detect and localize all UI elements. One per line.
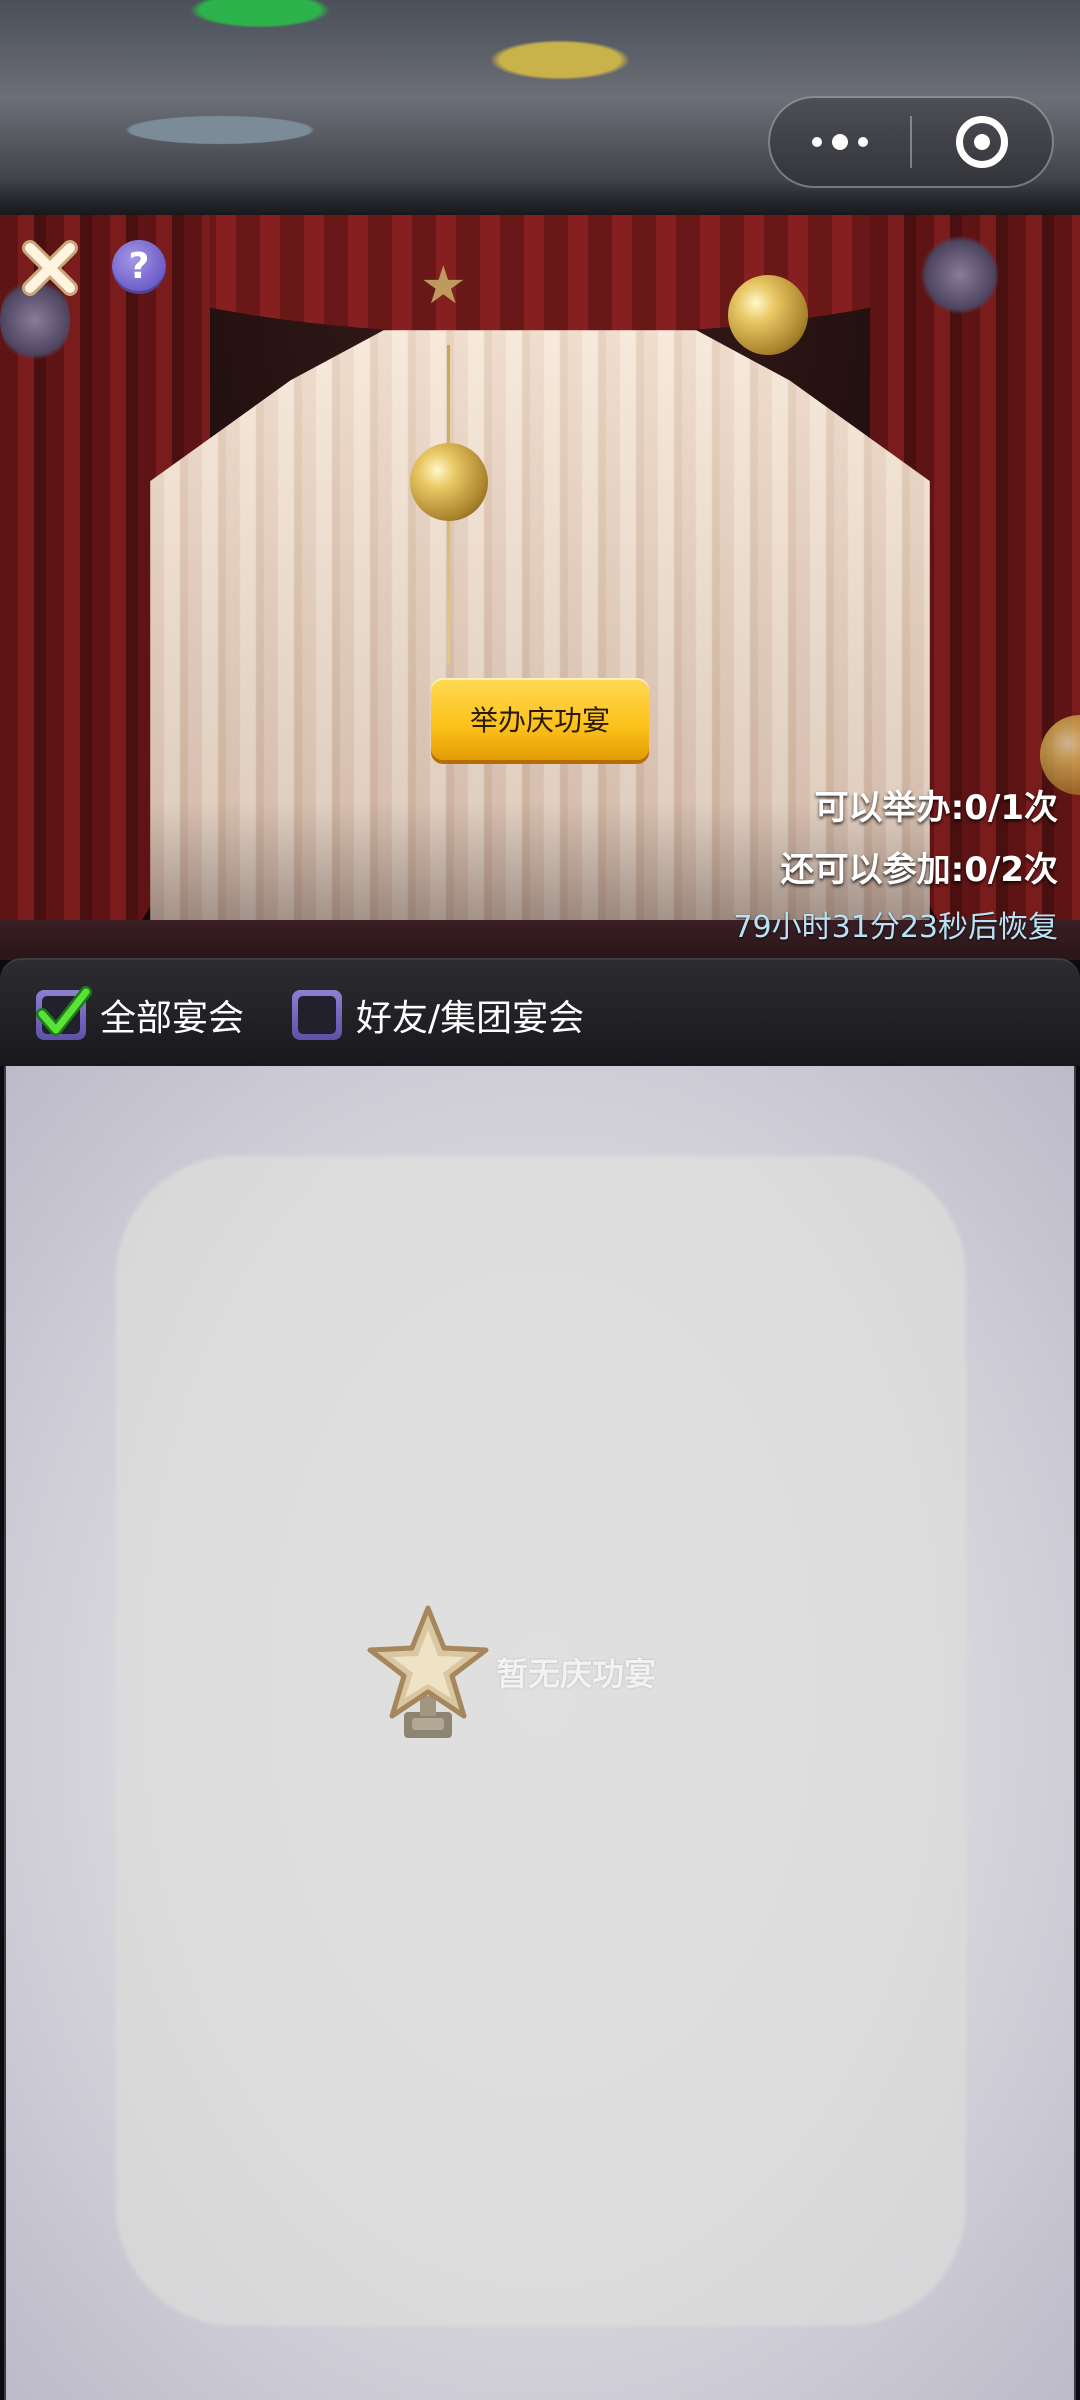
- help-icon[interactable]: ?: [112, 240, 166, 294]
- filter-all-label: 全部宴会: [100, 998, 245, 1039]
- checkbox-unchecked[interactable]: [292, 990, 342, 1040]
- filter-all-banquets[interactable]: 全部宴会: [36, 986, 244, 1044]
- game-screen: ★ ? 举办庆功宴 可以举办:0/1次 还可以参加:0/2次 79小时31分23…: [0, 0, 1080, 2400]
- gold-ornament-icon: [410, 443, 488, 521]
- filter-friends-label: 好友/集团宴会: [356, 998, 585, 1039]
- star-ornament-icon: ★: [420, 256, 467, 316]
- checkbox-checked[interactable]: [36, 986, 92, 1040]
- mini-program-capsule: [768, 96, 1054, 188]
- help-icon-glyph: ?: [128, 246, 150, 287]
- filter-bar: 全部宴会 好友/集团宴会: [0, 958, 1080, 1066]
- empty-state: 暂无庆功宴: [366, 1600, 656, 1754]
- close-icon[interactable]: [18, 236, 82, 300]
- checkmark-icon: [36, 986, 92, 1036]
- star-trophy-icon: [366, 1600, 490, 1754]
- join-count-text: 还可以参加:0/2次: [780, 850, 1058, 890]
- host-banquet-button[interactable]: 举办庆功宴: [431, 678, 649, 760]
- empty-state-text: 暂无庆功宴: [496, 1655, 657, 1693]
- gold-ornament-icon: [728, 275, 808, 355]
- host-count-text: 可以举办:0/1次: [814, 788, 1058, 828]
- more-dots-icon[interactable]: [770, 98, 910, 186]
- target-circle-icon[interactable]: [912, 116, 1052, 168]
- filter-friends-banquets[interactable]: 好友/集团宴会: [292, 986, 584, 1044]
- recover-timer-text: 79小时31分23秒后恢复: [733, 910, 1058, 945]
- bokeh-light: [920, 235, 1000, 315]
